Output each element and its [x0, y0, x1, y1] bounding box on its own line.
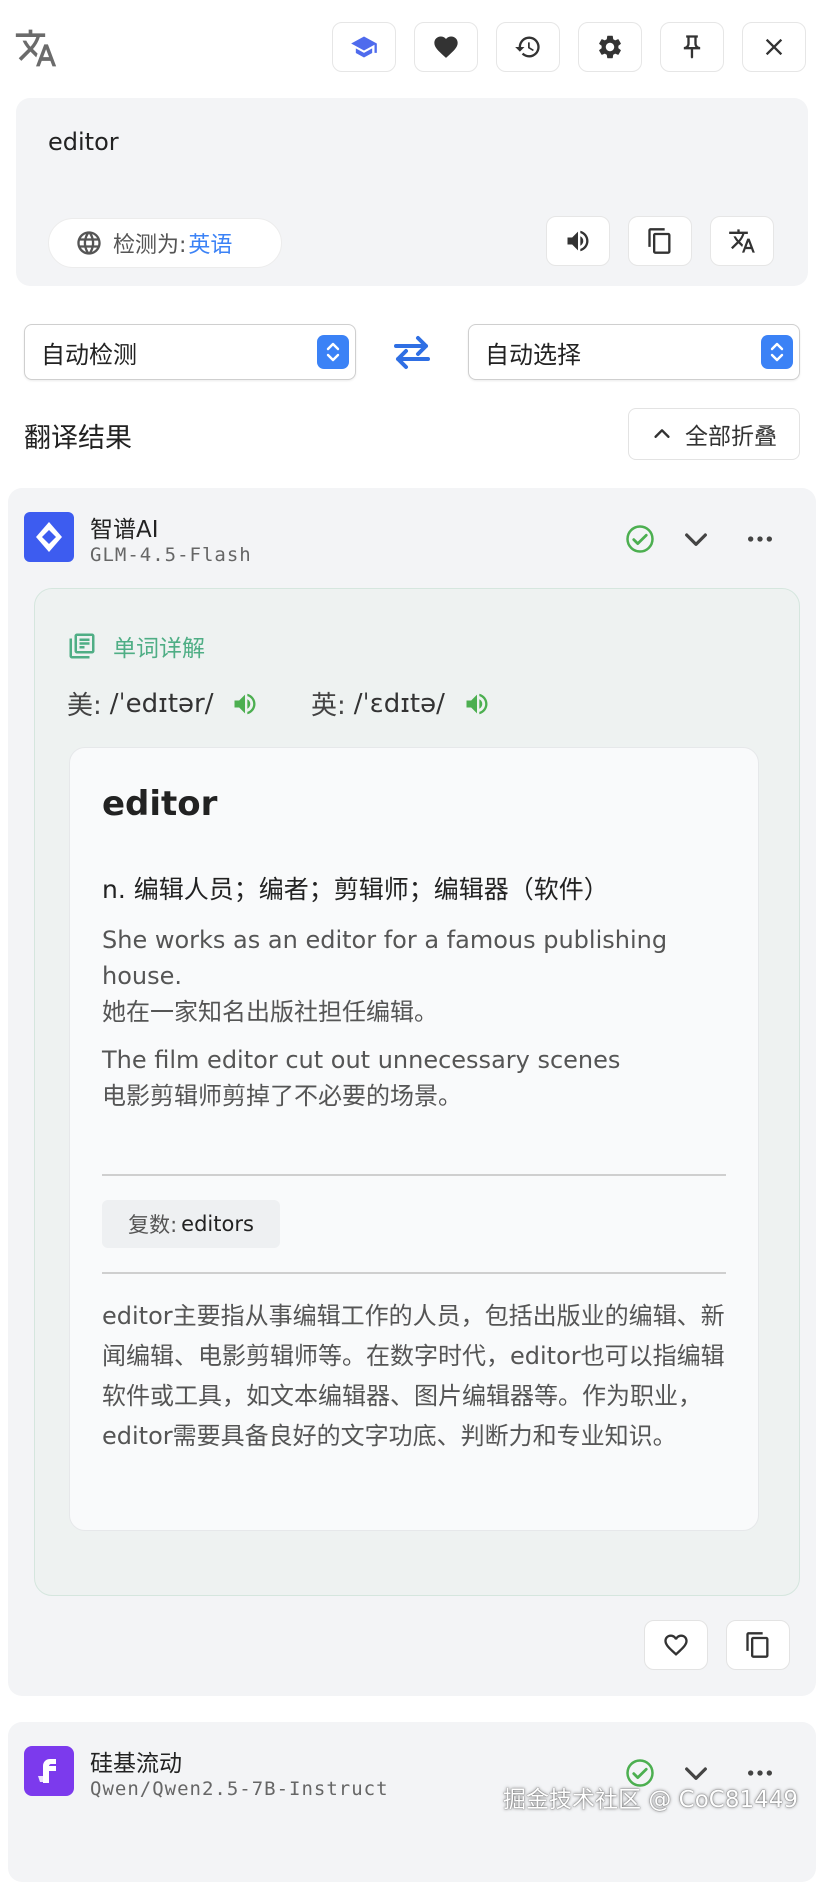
close-button[interactable]: [742, 22, 806, 72]
uk-phonetic-label: 英:: [311, 691, 346, 721]
detect-value: 英语: [188, 233, 233, 258]
copy-icon: [746, 1632, 769, 1658]
service-model: Qwen/Qwen2.5-7B-Instruct: [90, 1778, 389, 1800]
gear-icon: [599, 35, 621, 59]
word-description: editor主要指从事编辑工作的人员，包括出版业的编辑、新闻编辑、电影剪辑师等。…: [102, 1302, 725, 1450]
service-name: 硅基流动: [90, 1751, 182, 1777]
word-detail-heading: 单词详解: [67, 629, 205, 663]
chevron-down-icon[interactable]: [680, 523, 712, 555]
translate-button[interactable]: [710, 216, 774, 266]
definition: n. 编辑人员；编者；剪辑师；编辑器（软件）: [102, 875, 609, 904]
copy-icon: [648, 228, 671, 254]
source-text-box[interactable]: editor 检测为: 英语: [16, 98, 808, 286]
target-language-select[interactable]: 自动选择: [468, 324, 800, 380]
speaker-icon: [567, 230, 589, 252]
pin-icon: [683, 35, 701, 59]
graduation-cap-icon: [351, 36, 377, 58]
history-icon: [515, 36, 540, 58]
word-detail-panel: 单词详解 美: /ˈedɪtər/ 英: /ˈɛdɪtə/ editor n. …: [34, 588, 800, 1596]
us-phonetic: 美: /ˈedɪtər/: [67, 685, 259, 722]
success-check-icon: [626, 525, 654, 553]
source-language-value: 自动检测: [41, 340, 137, 369]
service-model: GLM-4.5-Flash: [90, 544, 252, 566]
copy-result-button[interactable]: [726, 1620, 790, 1670]
speaker-icon[interactable]: [463, 690, 491, 718]
us-phonetic-label: 美:: [67, 691, 102, 721]
pin-button[interactable]: [660, 22, 724, 72]
example-en: The film editor cut out unnecessary scen…: [102, 1046, 621, 1074]
divider: [102, 1174, 726, 1176]
select-arrows-icon: [761, 335, 793, 369]
collapse-all-label: 全部折叠: [685, 424, 777, 450]
book-icon: [69, 633, 95, 659]
heart-outline-icon: [664, 1634, 688, 1656]
service-result-card: 智谱AI GLM-4.5-Flash 单词详解 美: /ˈedɪtər/ 英: …: [8, 488, 816, 1696]
detect-label: 检测为:: [113, 233, 187, 258]
example-sentence: The film editor cut out unnecessary scen…: [102, 1042, 732, 1114]
example-en: She works as an editor for a famous publ…: [102, 926, 668, 990]
target-language-value: 自动选择: [485, 340, 581, 369]
example-sentence: She works as an editor for a famous publ…: [102, 922, 732, 1030]
results-title: 翻译结果: [24, 423, 132, 454]
heart-icon: [434, 36, 458, 58]
translate-icon: [729, 229, 755, 253]
select-arrows-icon: [317, 335, 349, 369]
copy-source-button[interactable]: [628, 216, 692, 266]
plural-value: editors: [181, 1212, 254, 1236]
swap-languages-icon[interactable]: [388, 332, 436, 372]
siliconflow-logo-icon: [24, 1746, 74, 1796]
speak-source-button[interactable]: [546, 216, 610, 266]
uk-phonetic: 英: /ˈɛdɪtə/: [311, 685, 491, 722]
settings-button[interactable]: [578, 22, 642, 72]
watermark: 掘金技术社区 @ CoC81449: [503, 1787, 798, 1813]
word-definition-card: editor n. 编辑人员；编者；剪辑师；编辑器（软件） She works …: [69, 747, 759, 1531]
plural-label: 复数:: [128, 1213, 178, 1237]
source-text[interactable]: editor: [48, 128, 119, 156]
collapse-all-button[interactable]: 全部折叠: [628, 408, 800, 460]
uk-phonetic-value: /ˈɛdɪtə/: [353, 688, 445, 719]
us-phonetic-value: /ˈedɪtər/: [109, 688, 214, 719]
chevron-up-icon: [654, 429, 670, 438]
globe-icon: [77, 231, 101, 255]
favorite-button[interactable]: [414, 22, 478, 72]
plural-form: 复数: editors: [102, 1200, 280, 1248]
word-detail-label: 单词详解: [113, 636, 205, 662]
more-options-icon[interactable]: [744, 523, 776, 555]
history-button[interactable]: [496, 22, 560, 72]
learn-button[interactable]: [332, 22, 396, 72]
close-icon: [765, 38, 783, 56]
zhipu-logo-icon: [24, 512, 74, 562]
detected-language-pill[interactable]: 检测为: 英语: [48, 218, 282, 268]
service-name: 智谱AI: [90, 517, 159, 543]
translate-logo-icon: [15, 29, 57, 67]
divider: [102, 1272, 726, 1274]
example-zh: 电影剪辑师剪掉了不必要的场景。: [102, 1082, 462, 1110]
example-zh: 她在一家知名出版社担任编辑。: [102, 998, 438, 1026]
favorite-result-button[interactable]: [644, 1620, 708, 1670]
speaker-icon[interactable]: [231, 690, 259, 718]
source-language-select[interactable]: 自动检测: [24, 324, 356, 380]
headword: editor: [102, 784, 218, 824]
